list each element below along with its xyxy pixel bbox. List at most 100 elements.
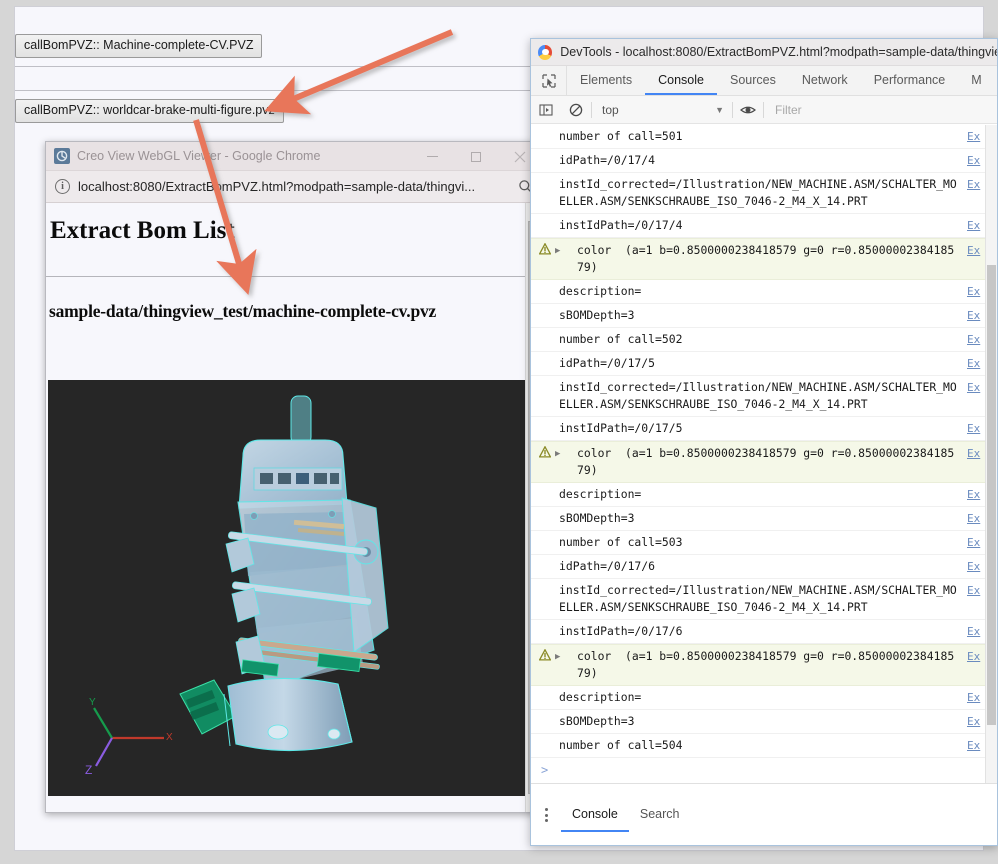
console-log-row[interactable]: description= Ex (531, 280, 997, 304)
more-options-icon[interactable] (531, 808, 561, 822)
svg-text:Y: Y (89, 697, 96, 708)
minimize-icon[interactable] (410, 142, 454, 171)
console-log-row[interactable]: description= Ex (531, 686, 997, 710)
console-scrollbar[interactable] (985, 125, 997, 783)
svg-text:X: X (166, 732, 173, 743)
console-prompt[interactable]: > (531, 758, 997, 783)
console-row-text: description= (559, 487, 642, 501)
console-log-row[interactable]: sBOMDepth=3 Ex (531, 507, 997, 531)
console-row-text: instIdPath=/0/17/5 (559, 421, 683, 435)
console-row-text: number of call=504 (559, 738, 683, 752)
console-log-row[interactable]: instIdPath=/0/17/6 Ex (531, 620, 997, 644)
clear-console-icon[interactable] (561, 103, 591, 117)
console-log-row[interactable]: instIdPath=/0/17/4 Ex (531, 214, 997, 238)
tab-console[interactable]: Console (645, 66, 717, 95)
live-expression-icon[interactable] (733, 103, 763, 117)
page-title: Extract Bom List (50, 217, 235, 244)
console-scrollbar-thumb[interactable] (987, 265, 996, 725)
expand-triangle-icon[interactable]: ▶ (555, 446, 560, 463)
console-row-text: color (a=1 b=0.8500000238418579 g=0 r=0.… (577, 649, 955, 680)
tab-network[interactable]: Network (789, 66, 861, 95)
console-warning-row[interactable]: ▶ color (a=1 b=0.8500000238418579 g=0 r=0… (531, 644, 997, 686)
filter-input[interactable]: Filter (764, 103, 802, 117)
console-row-text: instId_corrected=/Illustration/NEW_MACHI… (559, 583, 957, 614)
execution-context-value: top (602, 102, 619, 117)
creo-view-icon (54, 148, 70, 164)
drawer-tab-console[interactable]: Console (561, 798, 629, 832)
page-info-icon[interactable]: i (55, 179, 70, 194)
warning-icon (539, 243, 551, 255)
console-log-row[interactable]: instId_corrected=/Illustration/NEW_MACHI… (531, 579, 997, 620)
creo-view-chrome-window: Creo View WebGL Viewer - Google Chrome i… (45, 141, 543, 813)
console-row-text: description= (559, 690, 642, 704)
console-log-row[interactable]: sBOMDepth=3 Ex (531, 304, 997, 328)
console-row-text: number of call=501 (559, 129, 683, 143)
console-log-row[interactable]: sBOMDepth=3 Ex (531, 710, 997, 734)
console-log-row[interactable]: number of call=504 Ex (531, 734, 997, 758)
console-log-row[interactable]: idPath=/0/17/5 Ex (531, 352, 997, 376)
console-row-text: description= (559, 284, 642, 298)
maximize-icon[interactable] (454, 142, 498, 171)
machine-assembly-3d-model (179, 395, 389, 752)
expand-triangle-icon[interactable]: ▶ (555, 243, 560, 260)
address-bar-url[interactable]: localhost:8080/ExtractBomPVZ.html?modpat… (78, 179, 508, 195)
console-log-row[interactable]: instId_corrected=/Illustration/NEW_MACHI… (531, 173, 997, 214)
warning-icon (539, 446, 551, 458)
console-row-text: number of call=502 (559, 332, 683, 346)
devtools-tab-bar: Elements Console Sources Network Perform… (531, 66, 997, 96)
devtools-drawer: Console Search (531, 783, 997, 845)
chrome-title-bar[interactable]: Creo View WebGL Viewer - Google Chrome (46, 142, 542, 171)
console-sidebar-icon[interactable] (531, 103, 561, 117)
console-log-list[interactable]: instIdPath=/0/17/3Ex▶color (a=1 b=0.8500… (531, 125, 997, 783)
svg-text:Z: Z (85, 763, 92, 776)
omnibox[interactable]: i localhost:8080/ExtractBomPVZ.html?modp… (46, 171, 542, 203)
page-divider (46, 276, 527, 277)
console-log-row[interactable]: idPath=/0/17/6 Ex (531, 555, 997, 579)
chevron-down-icon: ▼ (715, 104, 724, 115)
tab-sources[interactable]: Sources (717, 66, 789, 95)
webgl-3d-viewport[interactable]: X Y Z (48, 380, 527, 796)
console-row-text: color (a=1 b=0.8500000238418579 g=0 r=0.… (577, 446, 955, 477)
devtools-title-bar[interactable]: DevTools - localhost:8080/ExtractBomPVZ.… (531, 39, 997, 66)
model-path-label: sample-data/thingview_test/machine-compl… (49, 301, 437, 321)
expand-triangle-icon[interactable]: ▶ (555, 649, 560, 666)
tab-performance[interactable]: Performance (861, 66, 959, 95)
console-warning-row[interactable]: ▶ color (a=1 b=0.8500000238418579 g=0 r=0… (531, 441, 997, 483)
console-row-text: idPath=/0/17/6 (559, 559, 656, 573)
console-log-row[interactable]: instId_corrected=/Illustration/NEW_MACHI… (531, 376, 997, 417)
tab-memory[interactable]: M (958, 66, 994, 95)
drawer-tab-search[interactable]: Search (629, 798, 691, 832)
console-log-row[interactable]: number of call=502 Ex (531, 328, 997, 352)
console-log-row[interactable]: idPath=/0/17/4 Ex (531, 149, 997, 173)
call-bom-pvz-worldcar-brake-button[interactable]: callBomPVZ:: worldcar-brake-multi-figure… (15, 99, 284, 123)
devtools-window-title: DevTools - localhost:8080/ExtractBomPVZ.… (560, 45, 997, 59)
console-row-text: instId_corrected=/Illustration/NEW_MACHI… (559, 177, 957, 208)
devtools-window: DevTools - localhost:8080/ExtractBomPVZ.… (530, 38, 998, 846)
console-row-text: instIdPath=/0/17/4 (559, 218, 683, 232)
console-row-text: sBOMDepth=3 (559, 308, 635, 322)
console-row-text: sBOMDepth=3 (559, 511, 635, 525)
call-bom-pvz-machine-complete-button[interactable]: callBomPVZ:: Machine-complete-CV.PVZ (15, 34, 263, 58)
console-log-row[interactable]: number of call=501 Ex (531, 125, 997, 149)
console-row-text: sBOMDepth=3 (559, 714, 635, 728)
drawer-tab-bar: Console Search (531, 798, 997, 832)
console-log-row[interactable]: number of call=503 Ex (531, 531, 997, 555)
chrome-icon (538, 44, 553, 60)
console-row-text: instIdPath=/0/17/6 (559, 624, 683, 638)
console-row-text: color (a=1 b=0.8500000238418579 g=0 r=0.… (577, 243, 955, 274)
console-filter-bar: top ▼ Filter (531, 96, 997, 124)
inspect-element-icon[interactable] (531, 66, 567, 95)
page-viewport: Extract Bom List sample-data/thingview_t… (46, 203, 542, 812)
console-warning-row[interactable]: ▶ color (a=1 b=0.8500000238418579 g=0 r=0… (531, 238, 997, 280)
console-row-text: instId_corrected=/Illustration/NEW_MACHI… (559, 380, 957, 411)
tab-elements[interactable]: Elements (567, 66, 645, 95)
chrome-window-title: Creo View WebGL Viewer - Google Chrome (77, 149, 321, 163)
execution-context-select[interactable]: top ▼ (592, 103, 732, 117)
console-row-text: number of call=503 (559, 535, 683, 549)
console-log-row[interactable]: instIdPath=/0/17/5 Ex (531, 417, 997, 441)
axis-triad-icon: X Y Z (85, 697, 173, 776)
console-row-text: idPath=/0/17/4 (559, 153, 656, 167)
warning-icon (539, 649, 551, 661)
console-log-row[interactable]: description= Ex (531, 483, 997, 507)
console-row-text: idPath=/0/17/5 (559, 356, 656, 370)
